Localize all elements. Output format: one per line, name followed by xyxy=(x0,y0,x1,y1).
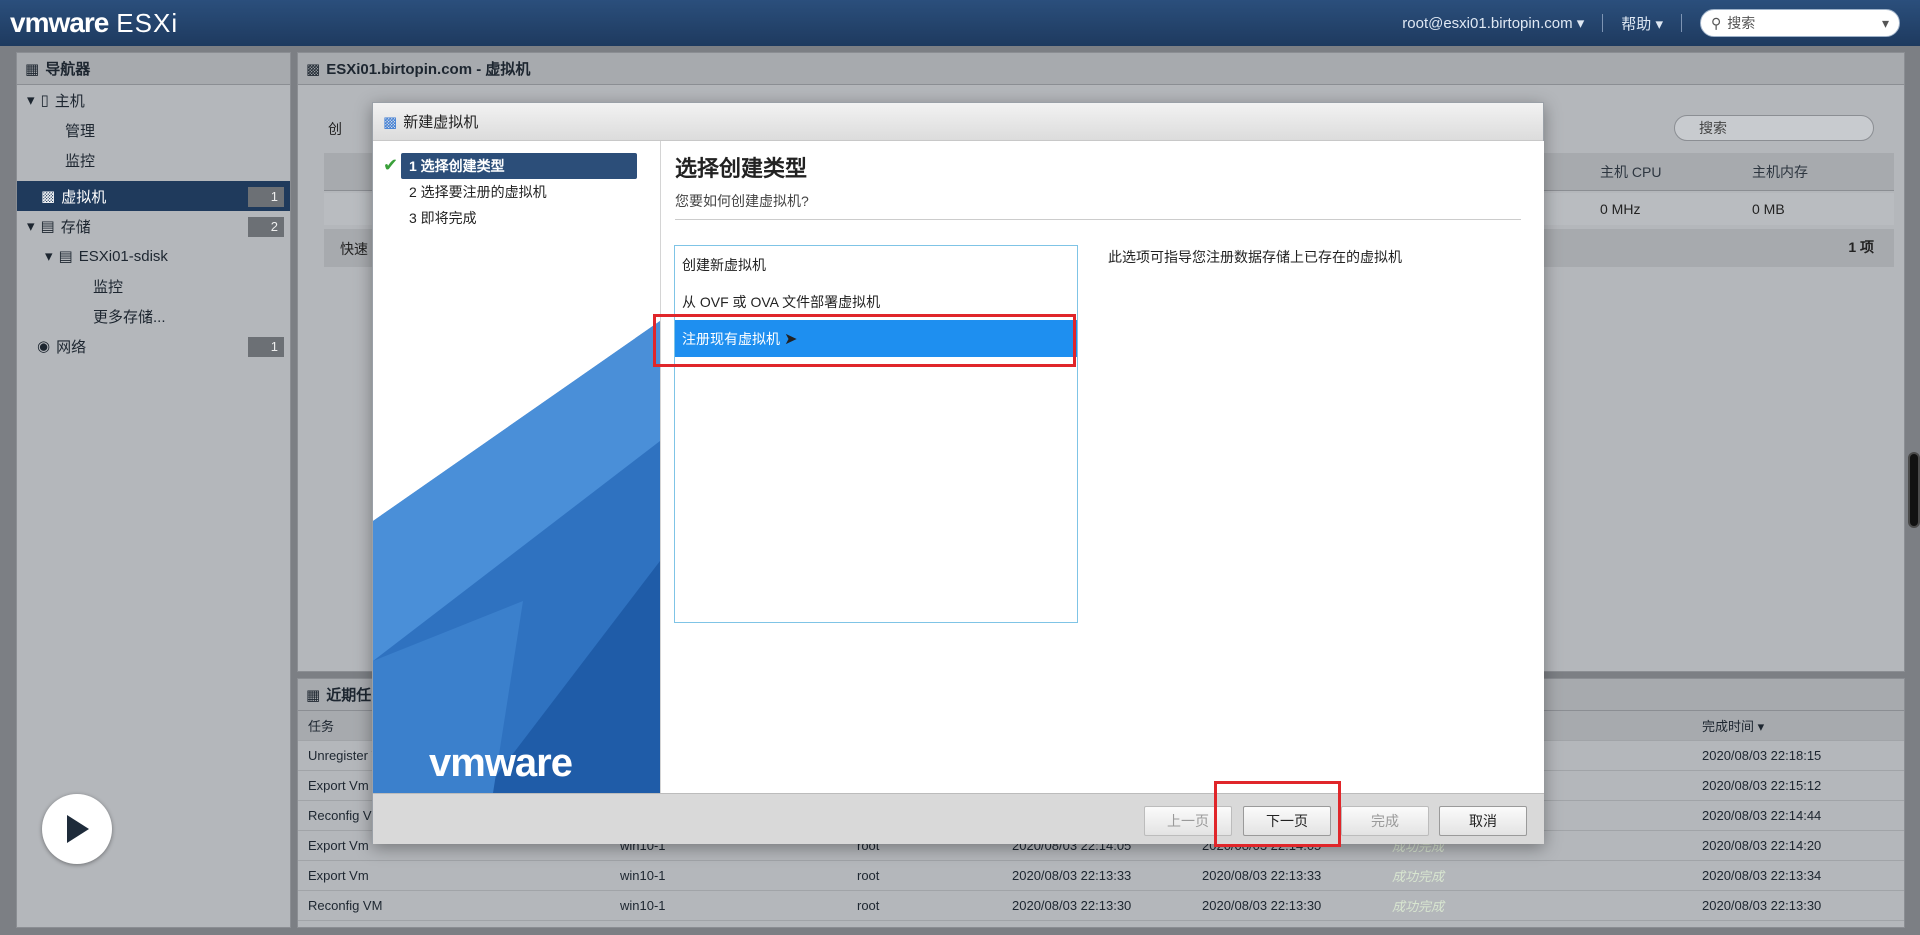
vmware-logo: vmware xyxy=(429,741,573,785)
cell-user: root xyxy=(857,868,880,883)
play-button[interactable] xyxy=(42,794,112,864)
cell-done: 2020/08/03 22:14:20 xyxy=(1702,838,1822,853)
option-create-new-vm[interactable]: 创建新虚拟机 xyxy=(675,246,1077,283)
cell-result: 成功完成 xyxy=(1392,869,1445,884)
cell-done: 2020/08/03 22:13:30 xyxy=(1702,898,1822,913)
nav-item-monitor[interactable]: 监控 xyxy=(17,145,290,175)
caret-down-icon: ▾ xyxy=(45,248,53,265)
col-completed-time: 完成时间 ▾ xyxy=(1702,719,1765,734)
search-icon: ⚲ xyxy=(1711,14,1722,31)
wizard-steps-panel: ✔ 1 选择创建类型 2 选择要注册的虚拟机 3 即将完成 vmware xyxy=(373,141,660,793)
divider xyxy=(1602,14,1604,32)
cell-start: 2020/08/03 22:13:33 xyxy=(1202,868,1322,883)
table-row[interactable]: Reconfig VM win10-1 root 2020/08/03 22:13:3… xyxy=(298,891,1904,921)
creation-type-list: 创建新虚拟机 从 OVF 或 OVA 文件部署虚拟机 注册现有虚拟机 ➤ xyxy=(674,245,1078,623)
vmware-esxi-logo: vmware ESXi xyxy=(10,7,179,38)
recent-tasks-title: 近期任 xyxy=(326,687,372,704)
step-select-vm[interactable]: 2 选择要注册的虚拟机 xyxy=(373,179,660,205)
vm-panel-title: ESXi01.birtopin.com - 虚拟机 xyxy=(326,61,531,78)
new-vm-wizard-dialog: ▩ 新建虚拟机 ✔ 1 选择创建类型 2 选择要注册的虚拟机 3 即将完成 vmw… xyxy=(372,102,1544,844)
navigator-panel: ▦ 导航器 ▾ ▯ 主机 管理 监控 ▩ 虚拟机 1 ▾ ▤ 存储 2 ▾ ▤ ESXi01-sdi… xyxy=(16,52,291,928)
network-icon: ◉ xyxy=(37,338,51,355)
divider xyxy=(1681,14,1682,32)
top-bar: vmware ESXi root@esxi01.birtopin.com ▾ 帮助… xyxy=(0,0,1920,46)
cell-done: 2020/08/03 22:13:34 xyxy=(1702,868,1822,883)
finish-button[interactable]: 完成 xyxy=(1341,806,1429,836)
scrollbar-handle[interactable] xyxy=(1908,452,1920,528)
step-heading: 选择创建类型 xyxy=(675,156,808,181)
cell-queued: 2020/08/03 22:13:30 xyxy=(1012,898,1132,913)
vm-icon: ▩ xyxy=(41,188,56,205)
help-menu[interactable]: 帮助 ▾ xyxy=(1621,13,1663,34)
step-subheading: 您要如何创建虚拟机? xyxy=(675,191,1521,220)
highlight-box xyxy=(653,314,1076,367)
nav-item-storage[interactable]: ▾ ▤ 存储 2 xyxy=(17,211,290,241)
storage-icon: ▤ xyxy=(40,218,55,235)
count-badge: 1 xyxy=(248,337,284,357)
col-host-cpu[interactable]: 主机 CPU xyxy=(1600,162,1661,182)
host-icon: ▯ xyxy=(40,92,49,109)
chevron-down-icon: ▾ xyxy=(1881,14,1889,31)
cell-done: 2020/08/03 22:18:15 xyxy=(1702,748,1822,763)
new-vm-icon: ▩ xyxy=(383,113,398,131)
navigator-icon: ▦ xyxy=(25,60,40,78)
create-vm-button[interactable]: 创 xyxy=(328,119,342,139)
count-badge: 2 xyxy=(248,217,284,237)
nav-item-datastore[interactable]: ▾ ▤ ESXi01-sdisk xyxy=(17,241,290,271)
table-row[interactable]: Export Vm win10-1 root 2020/08/03 22:13:33 2… xyxy=(298,861,1904,891)
cell-result: 成功完成 xyxy=(1392,899,1445,914)
cell-start: 2020/08/03 22:13:30 xyxy=(1202,898,1322,913)
step-select-type[interactable]: 1 选择创建类型 xyxy=(401,153,637,179)
nav-item-manage[interactable]: 管理 xyxy=(17,115,290,145)
navigator-title: 导航器 xyxy=(45,61,91,78)
cell-user: root xyxy=(857,898,880,913)
decorative-graphic xyxy=(373,321,660,793)
step-ready[interactable]: 3 即将完成 xyxy=(373,205,660,231)
cancel-button[interactable]: 取消 xyxy=(1439,806,1527,836)
play-icon xyxy=(67,815,89,843)
col-host-memory[interactable]: 主机内存 xyxy=(1752,162,1808,182)
nav-item-ds-monitor[interactable]: 监控 xyxy=(17,271,290,301)
vm-search-input[interactable]: 搜索 xyxy=(1674,115,1874,141)
cell-task: Reconfig VM xyxy=(308,898,383,913)
nav-item-host[interactable]: ▾ ▯ 主机 xyxy=(17,85,290,115)
cell-done: 2020/08/03 22:14:44 xyxy=(1702,808,1822,823)
vm-icon: ▩ xyxy=(306,60,321,78)
cell-task: Export Vm xyxy=(308,868,369,883)
highlight-box xyxy=(1214,781,1341,847)
count-badge: 1 xyxy=(248,187,284,207)
top-search-input[interactable]: ⚲ 搜索 ▾ xyxy=(1700,9,1900,37)
cell-queued: 2020/08/03 22:13:33 xyxy=(1012,868,1132,883)
user-menu[interactable]: root@esxi01.birtopin.com ▾ xyxy=(1402,14,1584,32)
nav-item-more-storage[interactable]: 更多存储... xyxy=(17,301,290,331)
cell-target: win10-1 xyxy=(620,868,666,883)
caret-down-icon: ▾ xyxy=(27,92,35,109)
wizard-footer: 上一页 下一页 完成 取消 xyxy=(373,793,1544,844)
nav-item-vms[interactable]: ▩ 虚拟机 1 xyxy=(17,181,290,211)
cell-target: win10-1 xyxy=(620,898,666,913)
dialog-title: 新建虚拟机 xyxy=(403,114,479,131)
tasks-icon: ▦ xyxy=(306,686,321,704)
caret-down-icon: ▾ xyxy=(27,218,35,235)
cell-done: 2020/08/03 22:15:12 xyxy=(1702,778,1822,793)
nav-item-network[interactable]: ◉ 网络 1 xyxy=(17,331,290,361)
option-description: 此选项可指导您注册数据存储上已存在的虚拟机 xyxy=(1108,249,1402,265)
datastore-icon: ▤ xyxy=(58,248,73,265)
wizard-content: 选择创建类型 您要如何创建虚拟机? 创建新虚拟机 从 OVF 或 OVA 文件部… xyxy=(660,141,1544,793)
